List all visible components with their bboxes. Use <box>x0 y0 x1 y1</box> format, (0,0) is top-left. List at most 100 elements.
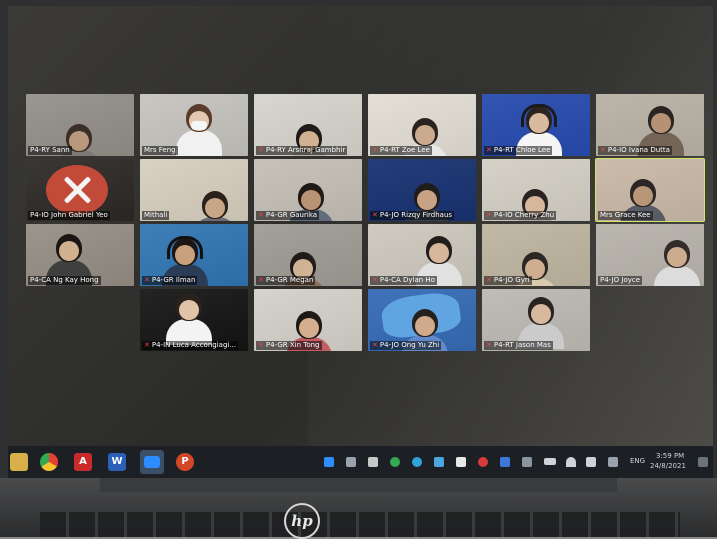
participant-name-label: ✕ P4-IO Ivana Dutta <box>598 146 672 155</box>
participant-video-tile[interactable]: Mithali <box>140 159 248 221</box>
participant-name-text: P4-IO Cherry Zhu <box>493 211 555 219</box>
participant-name-label: ✕ P4-IN Luca Accongiagi... <box>142 341 239 350</box>
face-mask <box>191 121 207 130</box>
participant-name-label: ✕ P4-GR Ilman <box>142 276 198 285</box>
participant-name-text: P4-IO Ivana Dutta <box>607 146 670 154</box>
wifi-icon[interactable] <box>566 457 576 467</box>
muted-mic-icon: ✕ <box>372 211 378 219</box>
person-face <box>633 186 653 206</box>
participant-name-label: ✕ P4-GR Megan <box>256 276 316 285</box>
participant-video-tile[interactable]: P4-CA Ng Kay Hong <box>26 224 134 286</box>
person-face <box>531 304 551 324</box>
participant-name-label: P4-IO John Gabriel Yeo <box>28 211 110 220</box>
participant-name-label: ✕ P4-CA Dylan Ho <box>370 276 437 285</box>
participant-video-tile[interactable]: ✕ P4-RT Zoe Lee <box>368 94 476 156</box>
muted-mic-icon: ✕ <box>486 211 492 219</box>
person-face <box>667 247 687 267</box>
participant-video-tile[interactable]: P4-IO John Gabriel Yeo <box>26 159 134 221</box>
participant-video-tile[interactable]: ✕ P4-RT Chloe Lee <box>482 94 590 156</box>
file-explorer-icon[interactable] <box>10 453 28 471</box>
participant-video-tile[interactable]: ✕ P4-IN Luca Accongiagi... <box>140 289 248 351</box>
camera-off-icon <box>46 165 108 215</box>
participant-video-tile[interactable]: ✕ P4-GR Megan <box>254 224 362 286</box>
tray-app-icon[interactable] <box>478 457 488 467</box>
person-face <box>415 316 435 336</box>
language-indicator[interactable]: ENG <box>630 457 645 466</box>
chrome-icon[interactable] <box>40 453 58 471</box>
tray-app-icon[interactable] <box>324 457 334 467</box>
participant-video-tile[interactable]: ✕ P4-JO Gyri <box>482 224 590 286</box>
powerpoint-icon[interactable]: P <box>176 453 194 471</box>
participant-video-tile[interactable]: Mrs Grace Kee <box>595 158 705 222</box>
battery-icon[interactable] <box>544 458 556 465</box>
participant-name-text: P4-GR Ilman <box>151 276 196 284</box>
participant-video-tile[interactable]: ✕ P4-CA Dylan Ho <box>368 224 476 286</box>
participant-name-text: P4-IN Luca Accongiagi... <box>151 341 237 349</box>
person-face <box>205 198 225 218</box>
bluetooth-icon[interactable] <box>500 457 510 467</box>
person-face <box>179 300 199 320</box>
participant-video-tile[interactable]: ✕ P4-RY Arshraj Gambhir <box>254 94 362 156</box>
muted-mic-icon: ✕ <box>372 276 378 284</box>
acrobat-icon[interactable]: A <box>74 453 92 471</box>
tray-app-icon[interactable] <box>368 457 378 467</box>
person-face <box>651 113 671 133</box>
participant-name-label: P4-RY Sann <box>28 146 72 155</box>
participant-name-text: P4-GR Gaurika <box>265 211 318 219</box>
participant-video-tile[interactable]: ✕ P4-JO Ong Yu Zhi <box>368 289 476 351</box>
tray-app-icon[interactable] <box>522 457 532 467</box>
participant-video-tile[interactable]: P4-RY Sann <box>26 94 134 156</box>
person-face <box>299 318 319 338</box>
word-icon[interactable]: W <box>108 453 126 471</box>
participant-video-tile[interactable]: ✕ P4-JO Rizqy Firdhaus <box>368 159 476 221</box>
zoom-icon[interactable] <box>140 450 164 474</box>
headphones-icon <box>167 236 203 259</box>
participant-name-label: ✕ P4-RY Arshraj Gambhir <box>256 146 348 155</box>
participant-name-text: P4-RY Sann <box>30 146 70 154</box>
participant-name-label: P4-CA Ng Kay Hong <box>28 276 101 285</box>
participant-name-label: ✕ P4-GR Xin Tong <box>256 341 322 350</box>
muted-mic-icon: ✕ <box>486 276 492 284</box>
participant-video-tile[interactable]: ✕ P4-IO Cherry Zhu <box>482 159 590 221</box>
participant-video-tile[interactable]: ✕ P4-GR Gaurika <box>254 159 362 221</box>
participant-name-text: P4-GR Xin Tong <box>265 341 320 349</box>
muted-mic-icon: ✕ <box>486 146 492 154</box>
tray-app-icon[interactable] <box>434 457 444 467</box>
tray-app-icon[interactable] <box>412 457 422 467</box>
notifications-icon[interactable] <box>698 457 708 467</box>
muted-mic-icon: ✕ <box>258 341 264 349</box>
participant-name-text: P4-JO Gyri <box>493 276 530 284</box>
participant-name-text: P4-CA Ng Kay Hong <box>30 276 99 284</box>
person-face <box>415 125 435 145</box>
headphones-icon <box>521 104 557 127</box>
participant-video-tile[interactable]: Mrs Feng <box>140 94 248 156</box>
tray-app-icon[interactable] <box>346 457 356 467</box>
participant-name-text: Mithali <box>144 211 168 219</box>
muted-mic-icon: ✕ <box>372 146 378 154</box>
participant-name-label: Mrs Feng <box>142 146 178 155</box>
volume-icon[interactable] <box>586 457 596 467</box>
participant-name-text: P4-RT Zoe Lee <box>379 146 430 154</box>
laptop-bezel: P4-RY Sann Mrs Feng ✕ P4-RY Arshraj Gambhir… <box>0 0 717 490</box>
tray-app-icon[interactable] <box>456 457 466 467</box>
participant-name-text: Mrs Feng <box>144 146 176 154</box>
clock-date[interactable]: 24/8/2021 <box>650 462 686 471</box>
clock-time[interactable]: 3:59 PM <box>656 452 684 461</box>
pen-icon[interactable] <box>608 457 618 467</box>
participant-video-tile[interactable]: P4-JO Joyce <box>596 224 704 286</box>
participant-name-text: Mrs Grace Kee <box>600 211 651 219</box>
participant-video-tile[interactable]: ✕ P4-GR Xin Tong <box>254 289 362 351</box>
participant-video-tile[interactable]: ✕ P4-GR Ilman <box>140 224 248 286</box>
participant-name-label: ✕ P4-RT Zoe Lee <box>370 146 432 155</box>
person-face <box>59 241 79 261</box>
person-face <box>429 243 449 263</box>
keyboard-keys <box>40 512 680 537</box>
participant-video-tile[interactable]: ✕ P4-RT Jason Mas <box>482 289 590 351</box>
participant-name-text: P4-JO Rizqy Firdhaus <box>379 211 453 219</box>
participant-video-tile[interactable]: ✕ P4-IO Ivana Dutta <box>596 94 704 156</box>
laptop-screen: P4-RY Sann Mrs Feng ✕ P4-RY Arshraj Gambhir… <box>8 6 713 446</box>
tray-app-icon[interactable] <box>390 457 400 467</box>
participant-name-text: P4-RT Chloe Lee <box>493 146 551 154</box>
participant-name-text: P4-RY Arshraj Gambhir <box>265 146 346 154</box>
muted-mic-icon: ✕ <box>372 341 378 349</box>
